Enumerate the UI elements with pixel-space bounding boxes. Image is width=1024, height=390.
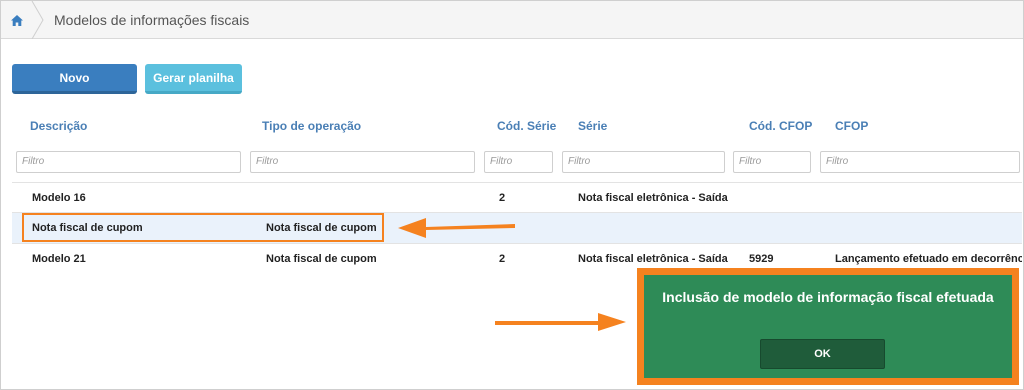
arrow-to-row-icon [398, 218, 515, 238]
modal-ok-button[interactable]: OK [760, 339, 885, 369]
modal-message: Inclusão de modelo de informação fiscal … [662, 289, 994, 305]
arrow-to-modal-icon [495, 313, 626, 331]
